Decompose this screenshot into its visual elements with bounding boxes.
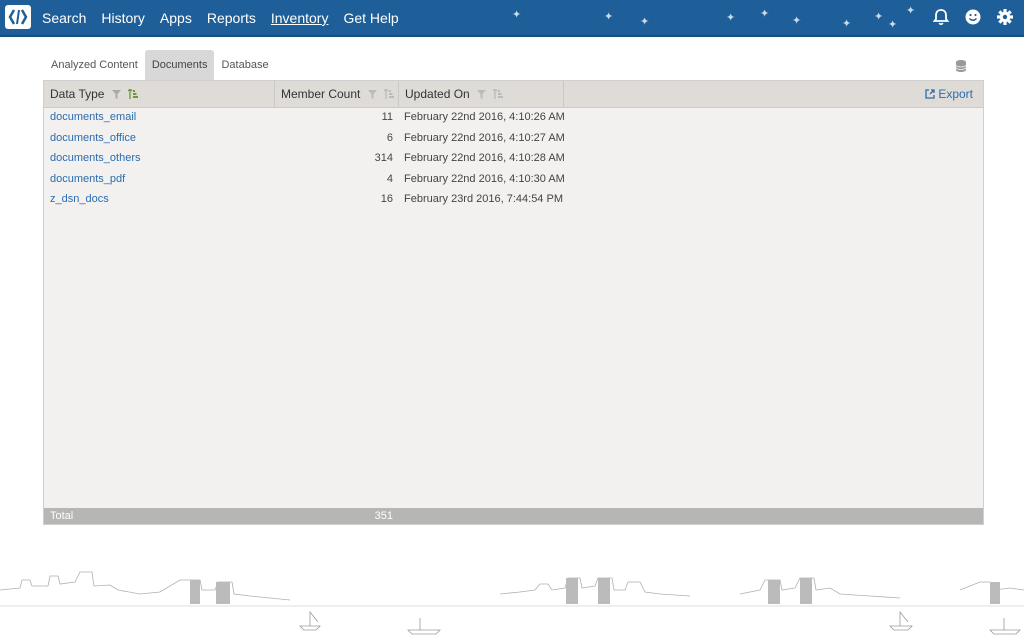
grid-footer: Total 351 — [44, 508, 983, 524]
nav-history[interactable]: History — [101, 10, 145, 26]
table-row: documents_office 6 February 22nd 2016, 4… — [44, 128, 983, 149]
sort-icon[interactable] — [492, 82, 504, 108]
data-type-link[interactable]: documents_email — [50, 111, 136, 123]
member-count: 11 — [381, 111, 393, 123]
updated-on: February 22nd 2016, 4:10:27 AM — [404, 131, 565, 144]
bell-icon[interactable] — [932, 7, 950, 27]
tab-analyzed-content[interactable]: Analyzed Content — [44, 50, 145, 80]
updated-on: February 22nd 2016, 4:10:28 AM — [404, 152, 565, 164]
database-icon[interactable] — [955, 59, 967, 73]
nav-get-help[interactable]: Get Help — [343, 10, 398, 26]
member-count: 314 — [374, 152, 393, 164]
bird-decoration: ✦ — [842, 18, 852, 30]
bird-decoration: ✦ — [726, 12, 736, 24]
bird-decoration: ✦ — [874, 11, 884, 23]
bird-decoration: ✦ — [604, 11, 614, 23]
sort-icon[interactable] — [383, 82, 395, 108]
data-type-link[interactable]: z_dsn_docs — [50, 193, 109, 205]
data-type-link[interactable]: documents_pdf — [50, 173, 125, 185]
sort-ascending-icon[interactable] — [127, 82, 139, 108]
table-row: documents_pdf 4 February 22nd 2016, 4:10… — [44, 169, 983, 190]
member-count: 16 — [380, 193, 393, 205]
export-icon — [925, 89, 935, 99]
nav-search[interactable]: Search — [42, 10, 86, 26]
total-value: 351 — [374, 510, 393, 522]
bird-decoration: ✦ — [792, 15, 802, 27]
top-bar: Search History Apps Reports Inventory Ge… — [0, 0, 1024, 37]
member-count: 4 — [386, 172, 393, 185]
inventory-grid: Data Type Member Count Updated On Export… — [43, 80, 984, 525]
smiley-icon[interactable] — [964, 7, 982, 27]
view-tabs: Analyzed Content Documents Database — [44, 50, 276, 80]
main-nav: Search History Apps Reports Inventory Ge… — [42, 0, 414, 35]
grid-header: Data Type Member Count Updated On Export — [44, 81, 983, 108]
member-count: 6 — [386, 131, 393, 144]
column-header-updated-on[interactable]: Updated On — [399, 81, 564, 107]
app-logo[interactable] — [5, 5, 31, 29]
column-label: Data Type — [50, 87, 105, 101]
bird-decoration: ✦ — [760, 8, 770, 20]
nav-reports[interactable]: Reports — [207, 10, 256, 26]
data-type-link[interactable]: documents_office — [50, 132, 136, 144]
column-header-member-count[interactable]: Member Count — [275, 81, 399, 107]
filter-icon[interactable] — [477, 82, 487, 108]
table-row: documents_email 11 February 22nd 2016, 4… — [44, 107, 983, 128]
bird-decoration: ✦ — [906, 5, 916, 17]
grid-rows: documents_email 11 February 22nd 2016, 4… — [44, 107, 983, 210]
column-header-data-type[interactable]: Data Type — [44, 81, 275, 107]
updated-on: February 22nd 2016, 4:10:26 AM — [404, 111, 565, 123]
filter-icon[interactable] — [111, 82, 121, 108]
gear-icon[interactable] — [996, 7, 1014, 27]
table-row: documents_others 314 February 22nd 2016,… — [44, 148, 983, 169]
bird-decoration: ✦ — [640, 16, 650, 28]
table-row: z_dsn_docs 16 February 23rd 2016, 7:44:5… — [44, 189, 983, 210]
column-label: Updated On — [405, 87, 470, 101]
data-type-link[interactable]: documents_others — [50, 152, 141, 164]
skyline-illustration — [0, 571, 1024, 635]
filter-icon[interactable] — [367, 82, 377, 108]
updated-on: February 23rd 2016, 7:44:54 PM — [404, 193, 563, 205]
updated-on: February 22nd 2016, 4:10:30 AM — [404, 172, 565, 185]
tab-database[interactable]: Database — [214, 50, 275, 80]
export-label: Export — [938, 87, 973, 101]
nav-inventory[interactable]: Inventory — [271, 10, 329, 26]
total-label: Total — [50, 510, 74, 522]
bird-decoration: ✦ — [512, 9, 522, 21]
top-icons — [932, 7, 1014, 27]
column-label: Member Count — [281, 87, 361, 101]
export-button[interactable]: Export — [925, 81, 973, 107]
logo-brackets-icon — [8, 9, 28, 25]
tab-documents[interactable]: Documents — [144, 50, 215, 80]
bird-decoration: ✦ — [888, 19, 898, 31]
nav-apps[interactable]: Apps — [160, 10, 192, 26]
